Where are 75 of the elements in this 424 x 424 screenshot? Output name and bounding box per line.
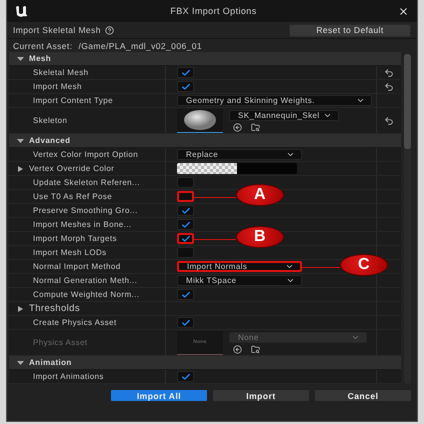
- logo-icon: [15, 5, 29, 17]
- section-title: Animation: [29, 358, 72, 367]
- property-label: Vertex Override Color: [29, 164, 114, 173]
- check-icon: [180, 318, 190, 328]
- expand-arrow-icon[interactable]: [17, 138, 24, 144]
- section-header[interactable]: Animation: [9, 356, 401, 370]
- dialog-button[interactable]: Import All: [111, 390, 207, 401]
- checkbox[interactable]: [177, 371, 194, 382]
- property-label: Normal Generation Meth...: [33, 276, 138, 285]
- property-label: Import Meshes in Bone...: [33, 220, 132, 229]
- asset-path: /Game/PLA_mdl_v02_006_01: [78, 40, 202, 50]
- checkbox[interactable]: [177, 317, 194, 328]
- window-title: FBX Import Options: [170, 6, 257, 16]
- property-label: Thresholds: [29, 303, 80, 314]
- checkbox[interactable]: [177, 81, 194, 92]
- reset-button[interactable]: Reset to Default: [289, 24, 411, 36]
- property-label: Preserve Smoothing Gro...: [33, 206, 138, 215]
- chevron-icon: [356, 96, 365, 105]
- property-label: Create Physics Asset: [33, 318, 117, 327]
- checkbox[interactable]: [177, 219, 194, 230]
- checkbox[interactable]: [177, 233, 194, 244]
- asset-label: Current Asset:: [13, 40, 72, 50]
- close-button[interactable]: [398, 6, 409, 16]
- property-label: Import Morph Targets: [33, 234, 117, 243]
- header-title: Import Skeletal Mesh: [13, 25, 101, 35]
- folder-search-icon[interactable]: [251, 344, 260, 354]
- folder-search-icon[interactable]: [251, 122, 260, 132]
- property-label: Physics Asset: [33, 338, 88, 347]
- dropdown[interactable]: Geometry and Skinning Weights.: [177, 95, 372, 106]
- checkbox[interactable]: [177, 289, 194, 300]
- expand-arrow-icon[interactable]: [17, 166, 24, 172]
- property-label: Vertex Color Import Option: [33, 150, 138, 159]
- color-swatch[interactable]: [177, 163, 297, 174]
- dropdown[interactable]: Mikk TSpace: [177, 275, 302, 286]
- dropdown[interactable]: Import Normals: [177, 261, 302, 272]
- checkbox[interactable]: [177, 177, 194, 188]
- check-icon: [180, 290, 190, 300]
- checkbox[interactable]: [177, 67, 194, 78]
- dialog-button[interactable]: Cancel: [315, 390, 411, 401]
- property-label: Update Skeleton Referen...: [33, 178, 140, 187]
- leader-line: [302, 266, 340, 268]
- chevron-icon: [286, 150, 295, 159]
- leader-line: [194, 196, 236, 198]
- help-icon[interactable]: [104, 26, 114, 34]
- scrollbar-thumb[interactable]: [404, 54, 411, 149]
- leader-line: [194, 238, 236, 240]
- reset-icon[interactable]: [384, 116, 394, 126]
- arrow-left-icon[interactable]: [233, 344, 242, 354]
- section-header[interactable]: Advanced: [9, 134, 401, 148]
- property-label: Import Animations: [33, 372, 104, 381]
- reset-icon[interactable]: [384, 82, 394, 92]
- property-label: Use T0 As Ref Pose: [33, 192, 112, 201]
- scrollbar[interactable]: [404, 54, 411, 384]
- expand-arrow-icon[interactable]: [17, 56, 24, 62]
- property-label: Normal Import Method: [33, 262, 121, 271]
- property-label: Compute Weighted Norm...: [33, 290, 140, 299]
- checkbox[interactable]: [177, 247, 194, 258]
- dialog-button[interactable]: Import: [213, 390, 309, 401]
- expand-arrow-icon[interactable]: [17, 360, 24, 366]
- property-label: Skeletal Mesh: [33, 68, 88, 77]
- property-label: Import Mesh LODs: [33, 248, 107, 257]
- checkbox[interactable]: [177, 205, 194, 216]
- property-label: Import Content Type: [33, 96, 113, 105]
- reset-icon[interactable]: [384, 68, 394, 78]
- property-label: Skeleton: [33, 116, 68, 125]
- arrow-left-icon[interactable]: [233, 122, 242, 132]
- checkbox[interactable]: [177, 191, 194, 202]
- section-header[interactable]: Mesh: [9, 52, 401, 66]
- check-icon: [180, 372, 190, 382]
- section-title: Mesh: [29, 54, 52, 63]
- dropdown[interactable]: Replace: [177, 149, 302, 160]
- asset-dropdown[interactable]: SK_Mannequin_Skel: [229, 110, 339, 120]
- property-label: Import Mesh: [33, 82, 82, 91]
- expand-arrow-icon[interactable]: [17, 306, 24, 312]
- section-title: Advanced: [29, 136, 70, 145]
